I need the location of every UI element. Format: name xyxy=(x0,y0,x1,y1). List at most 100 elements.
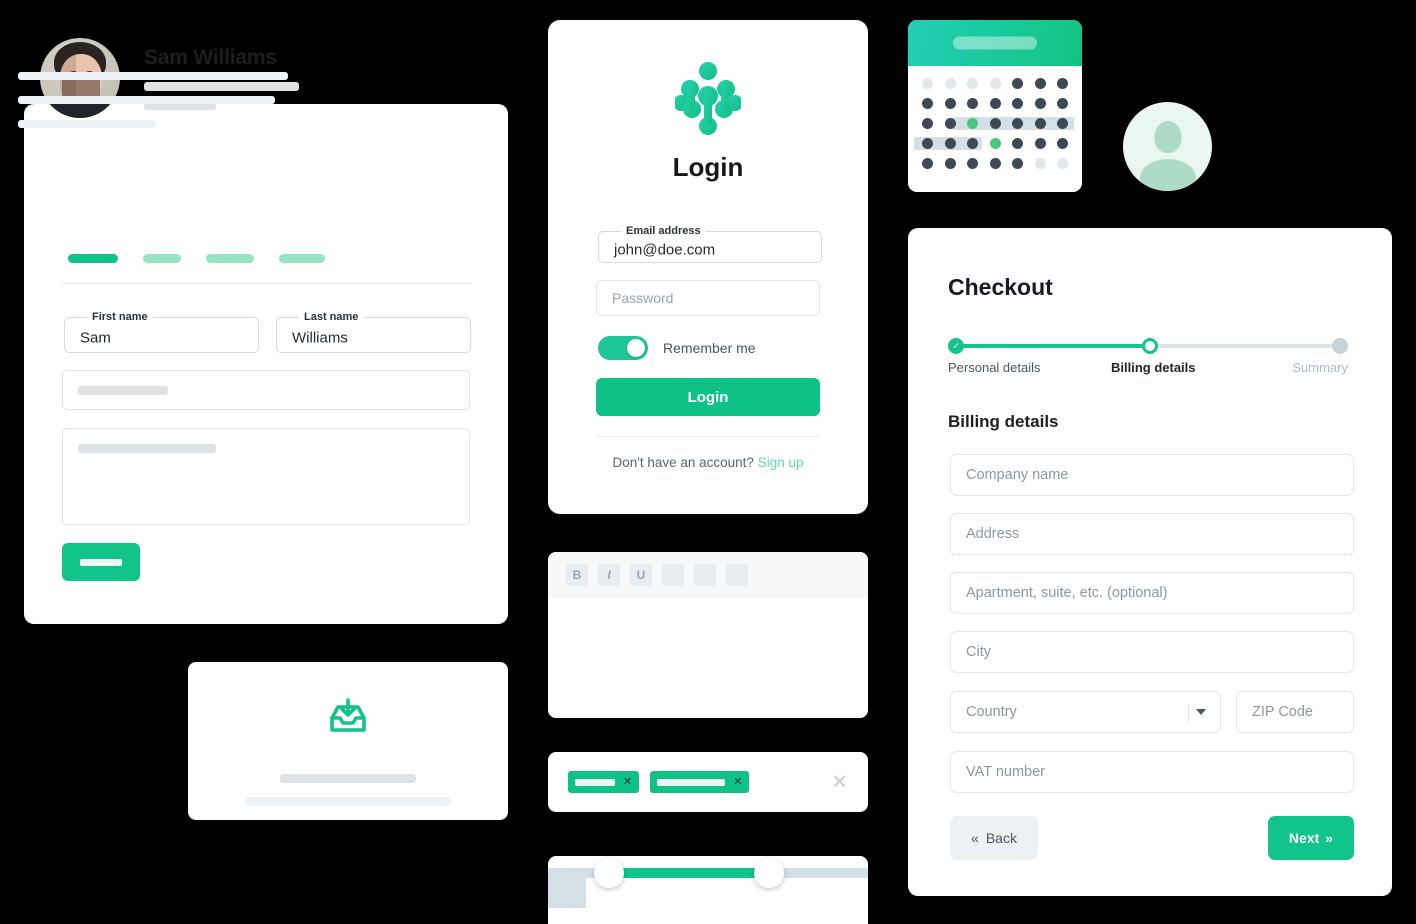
back-button[interactable]: « Back xyxy=(950,816,1038,860)
login-divider xyxy=(596,436,820,437)
close-x-icon[interactable]: ✕ xyxy=(623,776,632,788)
apartment-field[interactable]: Apartment, suite, etc. (optional) xyxy=(950,572,1354,614)
progress-pill[interactable] xyxy=(279,254,325,263)
first-name-label: First name xyxy=(92,311,148,323)
calendar-day-dot[interactable] xyxy=(989,78,1001,89)
upload-text-skeleton xyxy=(188,774,508,806)
remember-me-row[interactable]: Remember me xyxy=(598,336,756,360)
calendar-day-dot[interactable] xyxy=(922,138,933,149)
tag-label-skeleton xyxy=(575,778,615,786)
billing-section-title: Billing details xyxy=(948,412,1059,431)
profile-save-button[interactable] xyxy=(62,543,140,581)
zip-code-placeholder: ZIP Code xyxy=(1252,704,1313,720)
calendar-day-dot[interactable] xyxy=(967,158,978,169)
profile-input-placeholder[interactable] xyxy=(62,370,470,410)
bold-icon[interactable]: B xyxy=(566,564,588,586)
country-select[interactable]: Country xyxy=(950,691,1221,733)
calendar-day-dot[interactable] xyxy=(989,98,1001,109)
last-name-field[interactable]: Last name Williams xyxy=(276,311,471,353)
list-icon[interactable] xyxy=(694,564,716,586)
checkout-title: Checkout xyxy=(948,274,1053,300)
next-button-label: Next xyxy=(1288,830,1320,846)
calendar-day-dot[interactable] xyxy=(1012,98,1023,109)
link-icon[interactable] xyxy=(726,564,748,586)
calendar-day-dot[interactable] xyxy=(967,78,978,89)
address-placeholder: Address xyxy=(966,526,1020,542)
calendar-day-dot[interactable] xyxy=(1057,78,1068,89)
clear-all-icon[interactable]: ✕ xyxy=(831,770,848,795)
remember-me-toggle[interactable] xyxy=(598,336,648,360)
calendar-day-dot[interactable] xyxy=(1057,98,1068,109)
calendar-day-dot[interactable] xyxy=(944,158,956,169)
align-left-icon[interactable] xyxy=(662,564,684,586)
progress-pill[interactable] xyxy=(143,254,181,263)
slider-handle-max[interactable] xyxy=(753,858,784,888)
calendar-day-dot[interactable] xyxy=(1012,78,1023,89)
tag-chip[interactable]: ✕ xyxy=(568,771,640,793)
first-name-field[interactable]: First name Sam xyxy=(64,311,259,353)
calendar-day-dot[interactable] xyxy=(967,118,978,129)
calendar-day-dot[interactable] xyxy=(944,78,956,89)
calendar-day-dot[interactable] xyxy=(989,138,1001,149)
calendar-day-dot[interactable] xyxy=(1034,78,1046,89)
calendar-week-row xyxy=(914,137,1068,150)
calendar-day-dot[interactable] xyxy=(944,98,956,109)
file-upload-card[interactable] xyxy=(188,662,508,820)
calendar-day-dot[interactable] xyxy=(944,118,956,129)
next-button[interactable]: Next » xyxy=(1268,816,1354,860)
calendar-day-dot[interactable] xyxy=(1034,98,1046,109)
progress-pill[interactable] xyxy=(68,254,118,263)
calendar-day-dot[interactable] xyxy=(989,158,1001,169)
profile-textarea[interactable] xyxy=(62,428,470,525)
calendar-day-dot[interactable] xyxy=(967,98,978,109)
slider-handle-min[interactable] xyxy=(593,858,624,888)
company-name-field[interactable]: Company name xyxy=(950,454,1354,496)
profile-progress-pills xyxy=(68,254,325,263)
calendar-day-dot[interactable] xyxy=(1012,158,1023,169)
editor-toolbar: BIU xyxy=(548,552,868,598)
step-dot-personal-details[interactable]: ✓ xyxy=(948,338,964,354)
step-dot-billing-details[interactable] xyxy=(1142,338,1158,354)
underline-icon[interactable]: U xyxy=(630,564,652,586)
email-field[interactable]: Email address john@doe.com xyxy=(598,225,822,263)
checkout-card xyxy=(908,228,1392,896)
city-field[interactable]: City xyxy=(950,631,1354,673)
calendar-day-dot[interactable] xyxy=(1034,118,1046,129)
progress-pill[interactable] xyxy=(206,254,254,263)
calendar-day-dot[interactable] xyxy=(1012,118,1023,129)
calendar-grid xyxy=(908,66,1082,169)
signup-link[interactable]: Sign up xyxy=(758,455,804,470)
calendar-title-skeleton xyxy=(953,36,1037,50)
country-separator xyxy=(1188,704,1189,722)
calendar-day-dot[interactable] xyxy=(922,78,933,89)
calendar-day-dot[interactable] xyxy=(944,138,956,149)
calendar-day-dot[interactable] xyxy=(922,118,933,129)
calendar-day-dot[interactable] xyxy=(922,98,933,109)
password-field[interactable]: Password xyxy=(596,280,820,316)
zip-code-field[interactable]: ZIP Code xyxy=(1236,691,1354,733)
upload-text-line xyxy=(245,797,451,806)
vat-number-field[interactable]: VAT number xyxy=(950,751,1354,793)
calendar-day-dot[interactable] xyxy=(1012,138,1023,149)
close-x-icon[interactable]: ✕ xyxy=(733,776,742,788)
double-chevron-left-icon: « xyxy=(971,830,979,846)
calendar-week-row xyxy=(922,78,1068,89)
calendar-week-row xyxy=(922,117,1074,130)
step-dot-summary[interactable] xyxy=(1332,338,1348,354)
calendar-header xyxy=(908,20,1082,66)
calendar-day-dot[interactable] xyxy=(989,118,1001,129)
italic-icon[interactable]: I xyxy=(598,564,620,586)
calendar-day-dot[interactable] xyxy=(922,158,933,169)
calendar-day-dot[interactable] xyxy=(1034,138,1046,149)
login-submit-button[interactable]: Login xyxy=(596,378,820,416)
calendar-day-dot[interactable] xyxy=(1034,158,1046,169)
calendar-day-dot[interactable] xyxy=(967,138,978,149)
address-field[interactable]: Address xyxy=(950,513,1354,555)
chevron-down-icon[interactable] xyxy=(1196,709,1206,715)
calendar-day-dot[interactable] xyxy=(1057,158,1068,169)
user-silhouette-avatar xyxy=(1123,102,1212,191)
calendar-day-dot[interactable] xyxy=(1057,138,1068,149)
tag-chip[interactable]: ✕ xyxy=(650,771,750,793)
last-name-value: Williams xyxy=(292,329,348,346)
calendar-day-dot[interactable] xyxy=(1057,118,1068,129)
